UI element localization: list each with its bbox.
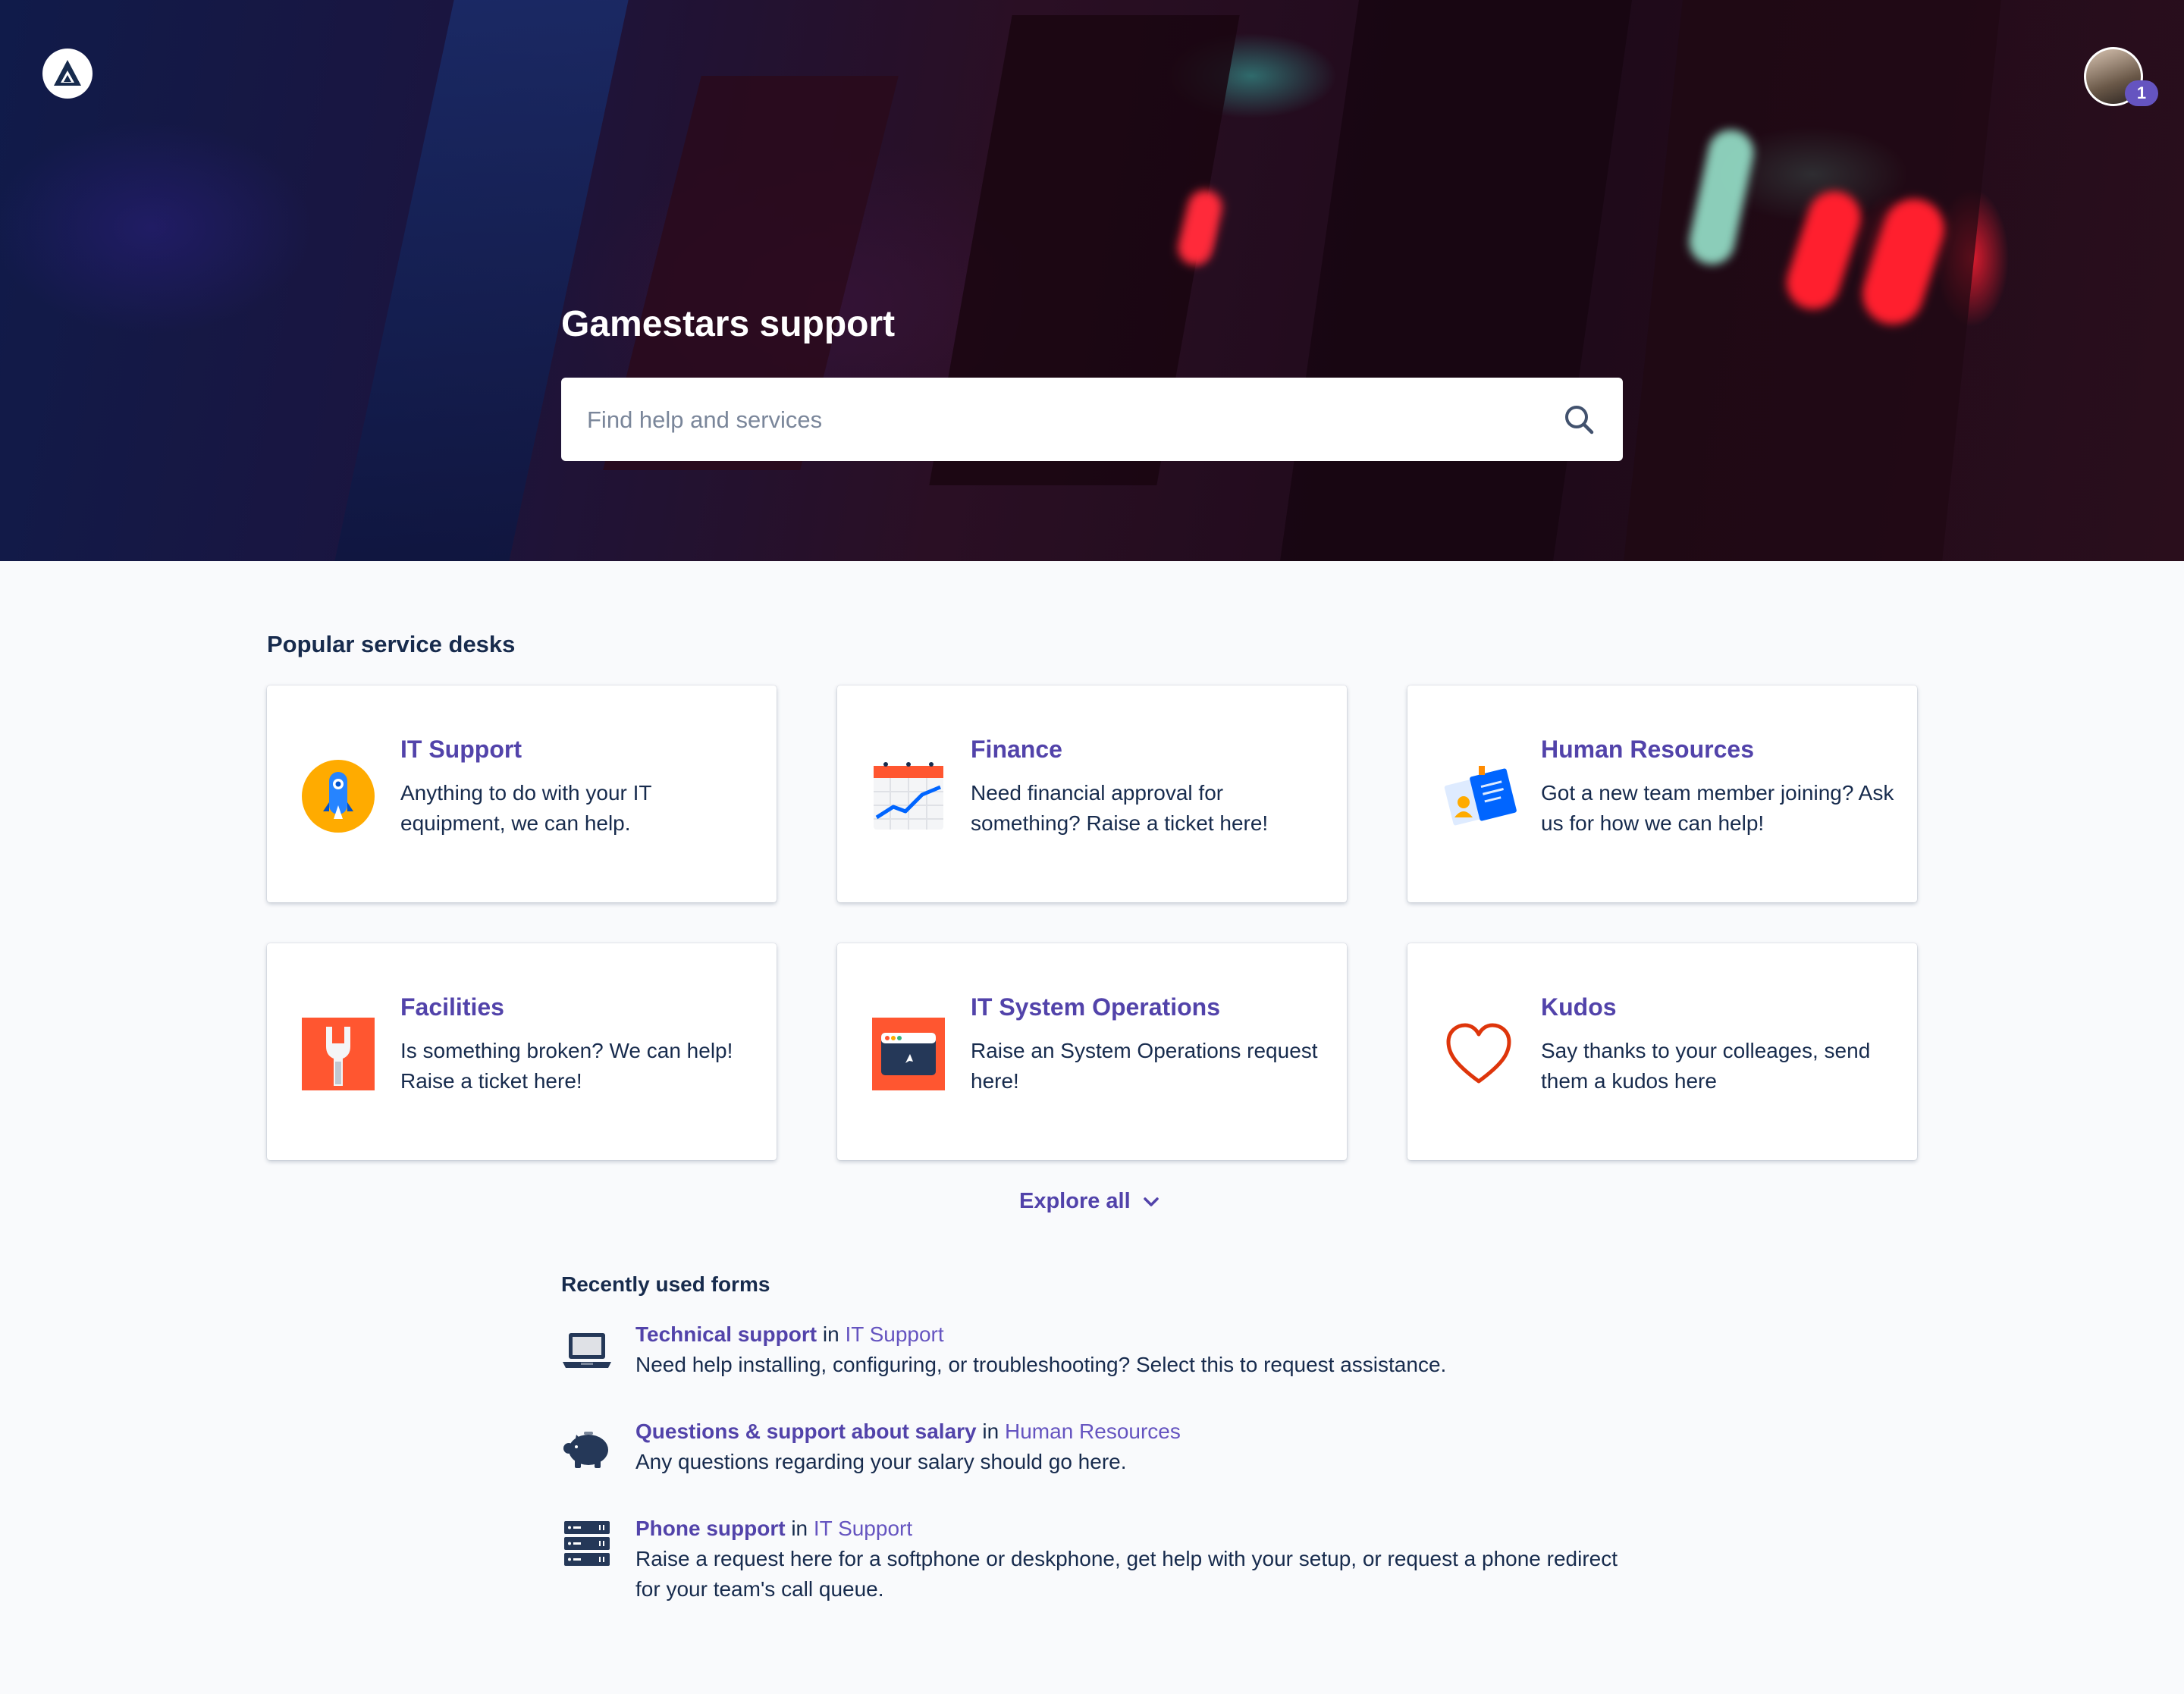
card-title[interactable]: Kudos [1541,993,1617,1021]
form-description: Need help installing, configuring, or tr… [635,1353,1447,1376]
server-icon [564,1521,610,1566]
card-description: Raise an System Operations request here! [971,1039,1318,1093]
page-title: Gamestars support [561,304,896,344]
id-cards-icon [1444,766,1517,826]
form-desk-link[interactable]: Human Resources [1005,1420,1181,1443]
card-title[interactable]: Finance [971,736,1062,764]
form-description: Any questions regarding your salary shou… [635,1450,1127,1473]
search-input[interactable] [585,378,1498,463]
rocket-icon [302,760,375,833]
notification-badge[interactable]: 1 [2125,80,2158,106]
section-heading: Popular service desks [267,631,516,657]
in-text: in [982,1420,999,1443]
service-desk-card-it-system-operations[interactable]: IT System Operations Raise an System Ope… [837,943,1347,1160]
form-heading: Questions & support about salary in Huma… [635,1416,1181,1447]
search-icon[interactable] [1562,403,1596,436]
card-description: Need financial approval for something? R… [971,781,1269,835]
chevron-down-icon [1143,1197,1159,1206]
search-box[interactable] [561,378,1623,463]
service-desk-card-finance[interactable]: Finance Need financial approval for some… [837,685,1347,902]
laptop-icon [563,1333,611,1368]
hero-banner: 1 Gamestars support [0,0,2184,561]
wrench-icon [302,1018,375,1090]
card-description: Anything to do with your IT equipment, w… [400,781,651,835]
explore-all-button[interactable]: Explore all [1019,1189,1161,1214]
form-name-link[interactable]: Phone support [635,1517,786,1540]
service-desk-card-facilities[interactable]: Facilities Is something broken? We can h… [267,943,777,1160]
atlassian-logo-icon[interactable] [42,49,93,99]
heart-icon [1446,1023,1511,1084]
card-title[interactable]: Human Resources [1541,736,1754,764]
in-text: in [822,1322,839,1346]
form-name-link[interactable]: Questions & support about salary [635,1420,977,1443]
service-desk-card-kudos[interactable]: Kudos Say thanks to your colleages, send… [1407,943,1917,1160]
card-title[interactable]: Facilities [400,993,504,1021]
explore-all-label: Explore all [1019,1189,1131,1213]
card-description: Is something broken? We can help! Raise … [400,1039,733,1093]
service-desk-card-human-resources[interactable]: Human Resources Got a new team member jo… [1407,685,1917,902]
hero-background-shape [334,0,629,561]
form-desk-link[interactable]: IT Support [814,1517,912,1540]
form-description: Raise a request here for a softphone or … [635,1547,1618,1601]
form-desk-link[interactable]: IT Support [845,1322,943,1346]
card-description: Got a new team member joining? Ask us fo… [1541,781,1894,835]
card-description: Say thanks to your colleages, send them … [1541,1039,1871,1093]
hero-background-shape [1279,0,1632,561]
section-heading: Recently used forms [561,1272,770,1296]
card-title[interactable]: IT System Operations [971,993,1220,1021]
piggy-bank-icon [563,1432,608,1468]
in-text: in [791,1517,808,1540]
service-desk-card-it-support[interactable]: IT Support Anything to do with your IT e… [267,685,777,902]
card-title[interactable]: IT Support [400,736,522,764]
browser-window-icon [872,1018,945,1090]
form-heading: Technical support in IT Support [635,1319,944,1350]
chart-calendar-icon [874,762,943,830]
form-name-link[interactable]: Technical support [635,1322,817,1346]
form-heading: Phone support in IT Support [635,1514,912,1544]
